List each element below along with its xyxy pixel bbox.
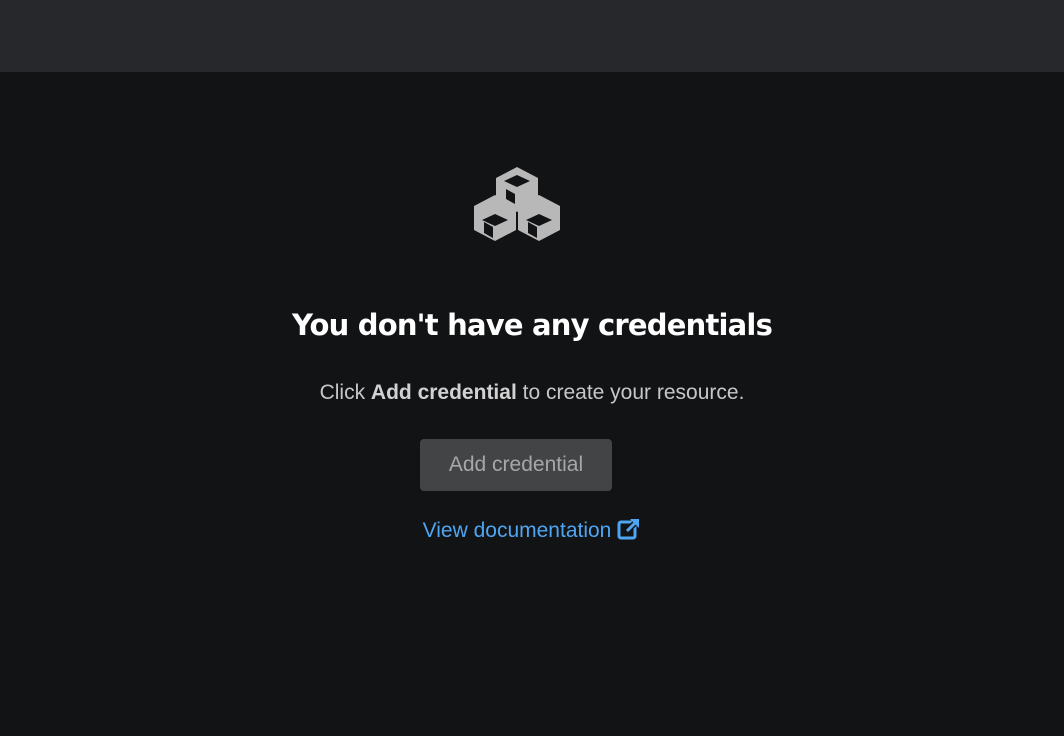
view-documentation-label: View documentation (422, 519, 612, 542)
description-suffix: to create your resource. (516, 381, 745, 404)
view-documentation-link[interactable]: View documentation (0, 516, 1064, 546)
description-emphasis: Add credential (370, 381, 517, 404)
empty-state-description: Click Add credential to create your reso… (0, 379, 1064, 407)
empty-state: You don't have any credentials Click Add… (0, 72, 1064, 736)
top-bar (0, 0, 1064, 72)
external-link-icon (617, 517, 641, 541)
description-prefix: Click (319, 381, 371, 404)
empty-state-title: You don't have any credentials (291, 308, 773, 343)
add-credential-button[interactable]: Add credential (420, 439, 612, 491)
cubes-icon (472, 166, 562, 242)
